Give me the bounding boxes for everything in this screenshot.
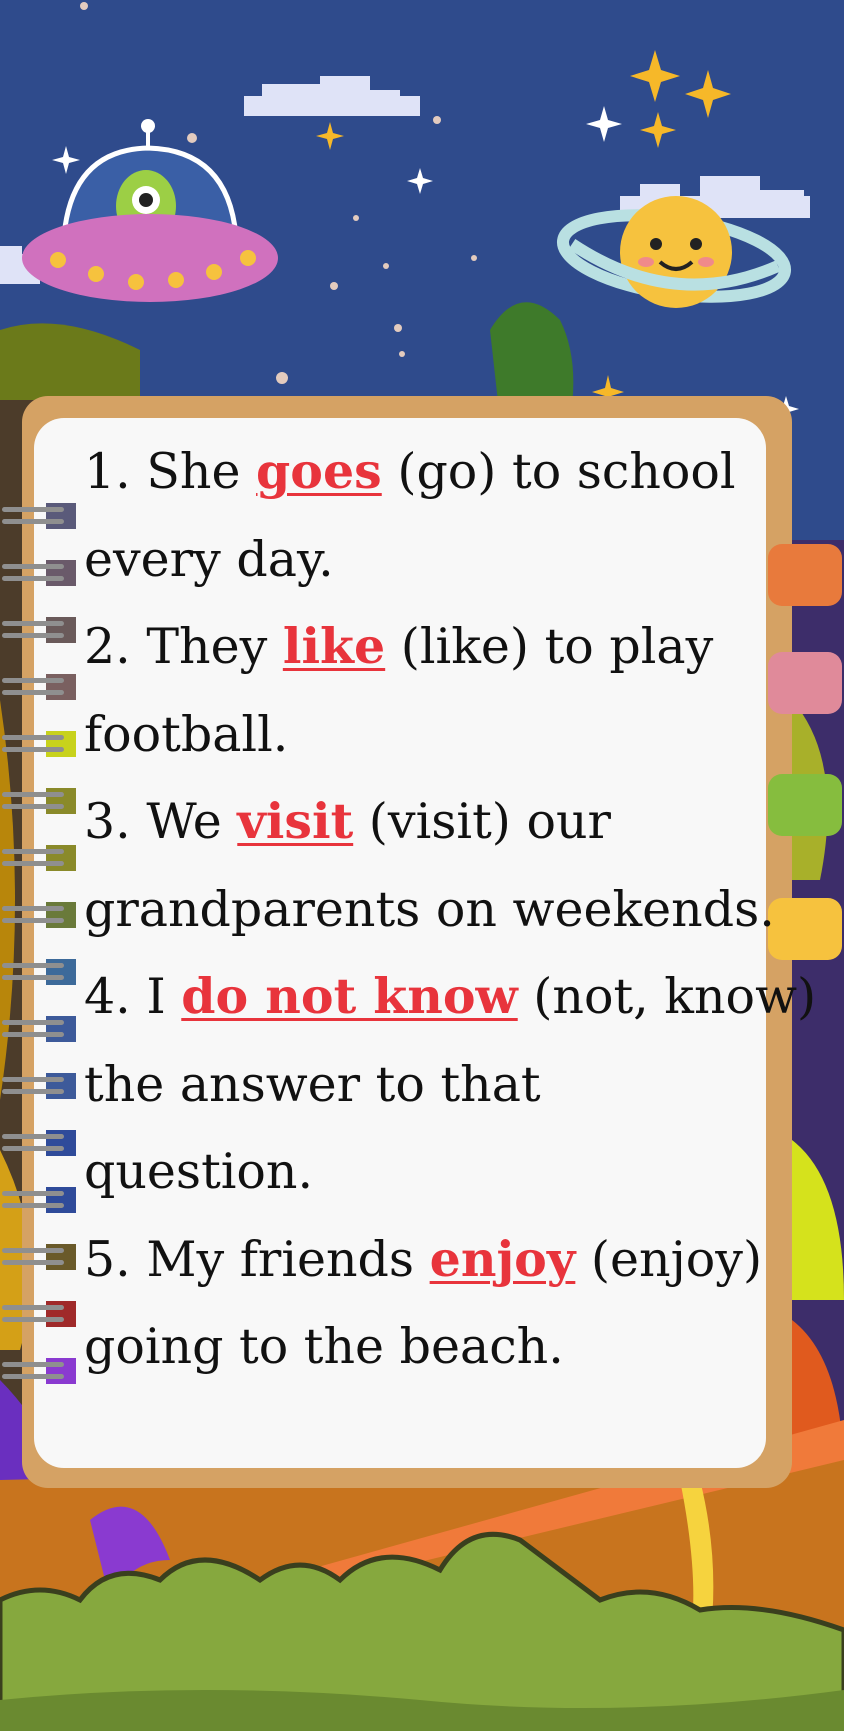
sentence-text: (go) to school xyxy=(381,443,736,500)
ring-wire xyxy=(2,1362,64,1367)
ring-wire xyxy=(2,1020,64,1025)
ring-wire xyxy=(2,690,64,695)
answer-word: goes xyxy=(256,442,382,500)
sentence-text: (like) to play xyxy=(385,618,714,675)
ring-wire xyxy=(2,735,64,740)
spiral-ring xyxy=(2,959,76,985)
sentence-text: She xyxy=(146,443,257,500)
answer-word: enjoy xyxy=(429,1229,576,1288)
ring-wire xyxy=(2,678,64,683)
sentence-line: 2. They like (like) to play xyxy=(84,603,764,691)
ring-wire xyxy=(2,906,64,911)
sentence-number: 2. xyxy=(84,618,147,675)
sentence-line: the answer to that xyxy=(84,1041,764,1129)
spiral-ring xyxy=(2,788,76,814)
sentence-line: 4. I do not know (not, know) xyxy=(84,953,816,1041)
sentence-line: grandparents on weekends. xyxy=(84,866,775,954)
ring-wire xyxy=(2,918,64,923)
sentence-line: football. xyxy=(84,691,764,779)
ring-wire xyxy=(2,963,64,968)
ring-wire xyxy=(2,633,64,638)
ring-wire xyxy=(2,1317,64,1322)
ring-wire xyxy=(2,1077,64,1082)
spiral-ring xyxy=(2,503,76,529)
sentence-text: going to the beach. xyxy=(84,1318,564,1375)
answer-word: do not know xyxy=(181,967,518,1025)
ring-wire xyxy=(2,576,64,581)
ring-wire xyxy=(2,564,64,569)
sentence-text: grandparents on weekends. xyxy=(84,880,775,938)
sentence-line: going to the beach. xyxy=(84,1303,764,1391)
sentence-text: every day. xyxy=(84,530,334,588)
sentence-text: They xyxy=(146,618,283,675)
ring-wire xyxy=(2,747,64,752)
sentence-text: (enjoy) xyxy=(575,1230,763,1288)
ring-wire xyxy=(2,1146,64,1151)
spiral-ring xyxy=(2,1244,76,1270)
sentence-text: My friends xyxy=(146,1230,430,1288)
spiral-ring xyxy=(2,1016,76,1042)
sentence-line: 3. We visit (visit) our xyxy=(84,778,764,866)
sentence-text: (visit) our xyxy=(353,793,611,850)
sentence-text: We xyxy=(146,793,238,850)
ring-wire xyxy=(2,1260,64,1265)
sentence-line: every day. xyxy=(84,516,764,604)
ring-wire xyxy=(2,1032,64,1037)
ring-wire xyxy=(2,1191,64,1196)
spiral-ring xyxy=(2,845,76,871)
spiral-ring xyxy=(2,1358,76,1384)
spiral-ring xyxy=(2,1301,76,1327)
ring-wire xyxy=(2,1248,64,1253)
exercise-text: 1. She goes (go) to school every day. 2. T… xyxy=(84,428,816,1391)
sentence-line: question. xyxy=(84,1128,764,1216)
ring-wire xyxy=(2,975,64,980)
ring-wire xyxy=(2,1305,64,1310)
spiral-ring xyxy=(2,1130,76,1156)
sentence-line: 1. She goes (go) to school xyxy=(84,428,764,516)
answer-word: like xyxy=(282,617,386,675)
sentence-number: 1. xyxy=(84,443,147,500)
ring-wire xyxy=(2,1134,64,1139)
ring-wire xyxy=(2,1374,64,1379)
sentence-text: question. xyxy=(84,1143,314,1200)
ring-wire xyxy=(2,861,64,866)
notebook-tab-yellow xyxy=(768,898,842,960)
spiral-ring xyxy=(2,674,76,700)
spiral-ring xyxy=(2,617,76,643)
ring-wire xyxy=(2,519,64,524)
sentence-number: 4. xyxy=(84,968,147,1025)
spiral-ring xyxy=(2,731,76,757)
ring-wire xyxy=(2,621,64,626)
ring-wire xyxy=(2,1089,64,1094)
sentence-text: the answer to that xyxy=(84,1055,541,1113)
spiral-ring xyxy=(2,560,76,586)
sentence-text: football. xyxy=(84,705,289,763)
sentence-text: I xyxy=(146,968,182,1025)
ring-wire xyxy=(2,804,64,809)
notebook-tab-pink xyxy=(768,652,842,714)
notebook-tab-orange xyxy=(768,544,842,606)
sentence-text: (not, know) xyxy=(517,968,817,1025)
sentence-line: 5. My friends enjoy (enjoy) xyxy=(84,1216,764,1304)
notebook-tab-green xyxy=(768,774,842,836)
ring-wire xyxy=(2,507,64,512)
sentence-number: 5. xyxy=(84,1230,147,1288)
ring-wire xyxy=(2,1203,64,1208)
answer-word: visit xyxy=(237,792,354,850)
spiral-ring xyxy=(2,1187,76,1213)
ring-wire xyxy=(2,849,64,854)
spiral-ring xyxy=(2,1073,76,1099)
spiral-ring xyxy=(2,902,76,928)
ring-wire xyxy=(2,792,64,797)
sentence-number: 3. xyxy=(84,793,147,850)
